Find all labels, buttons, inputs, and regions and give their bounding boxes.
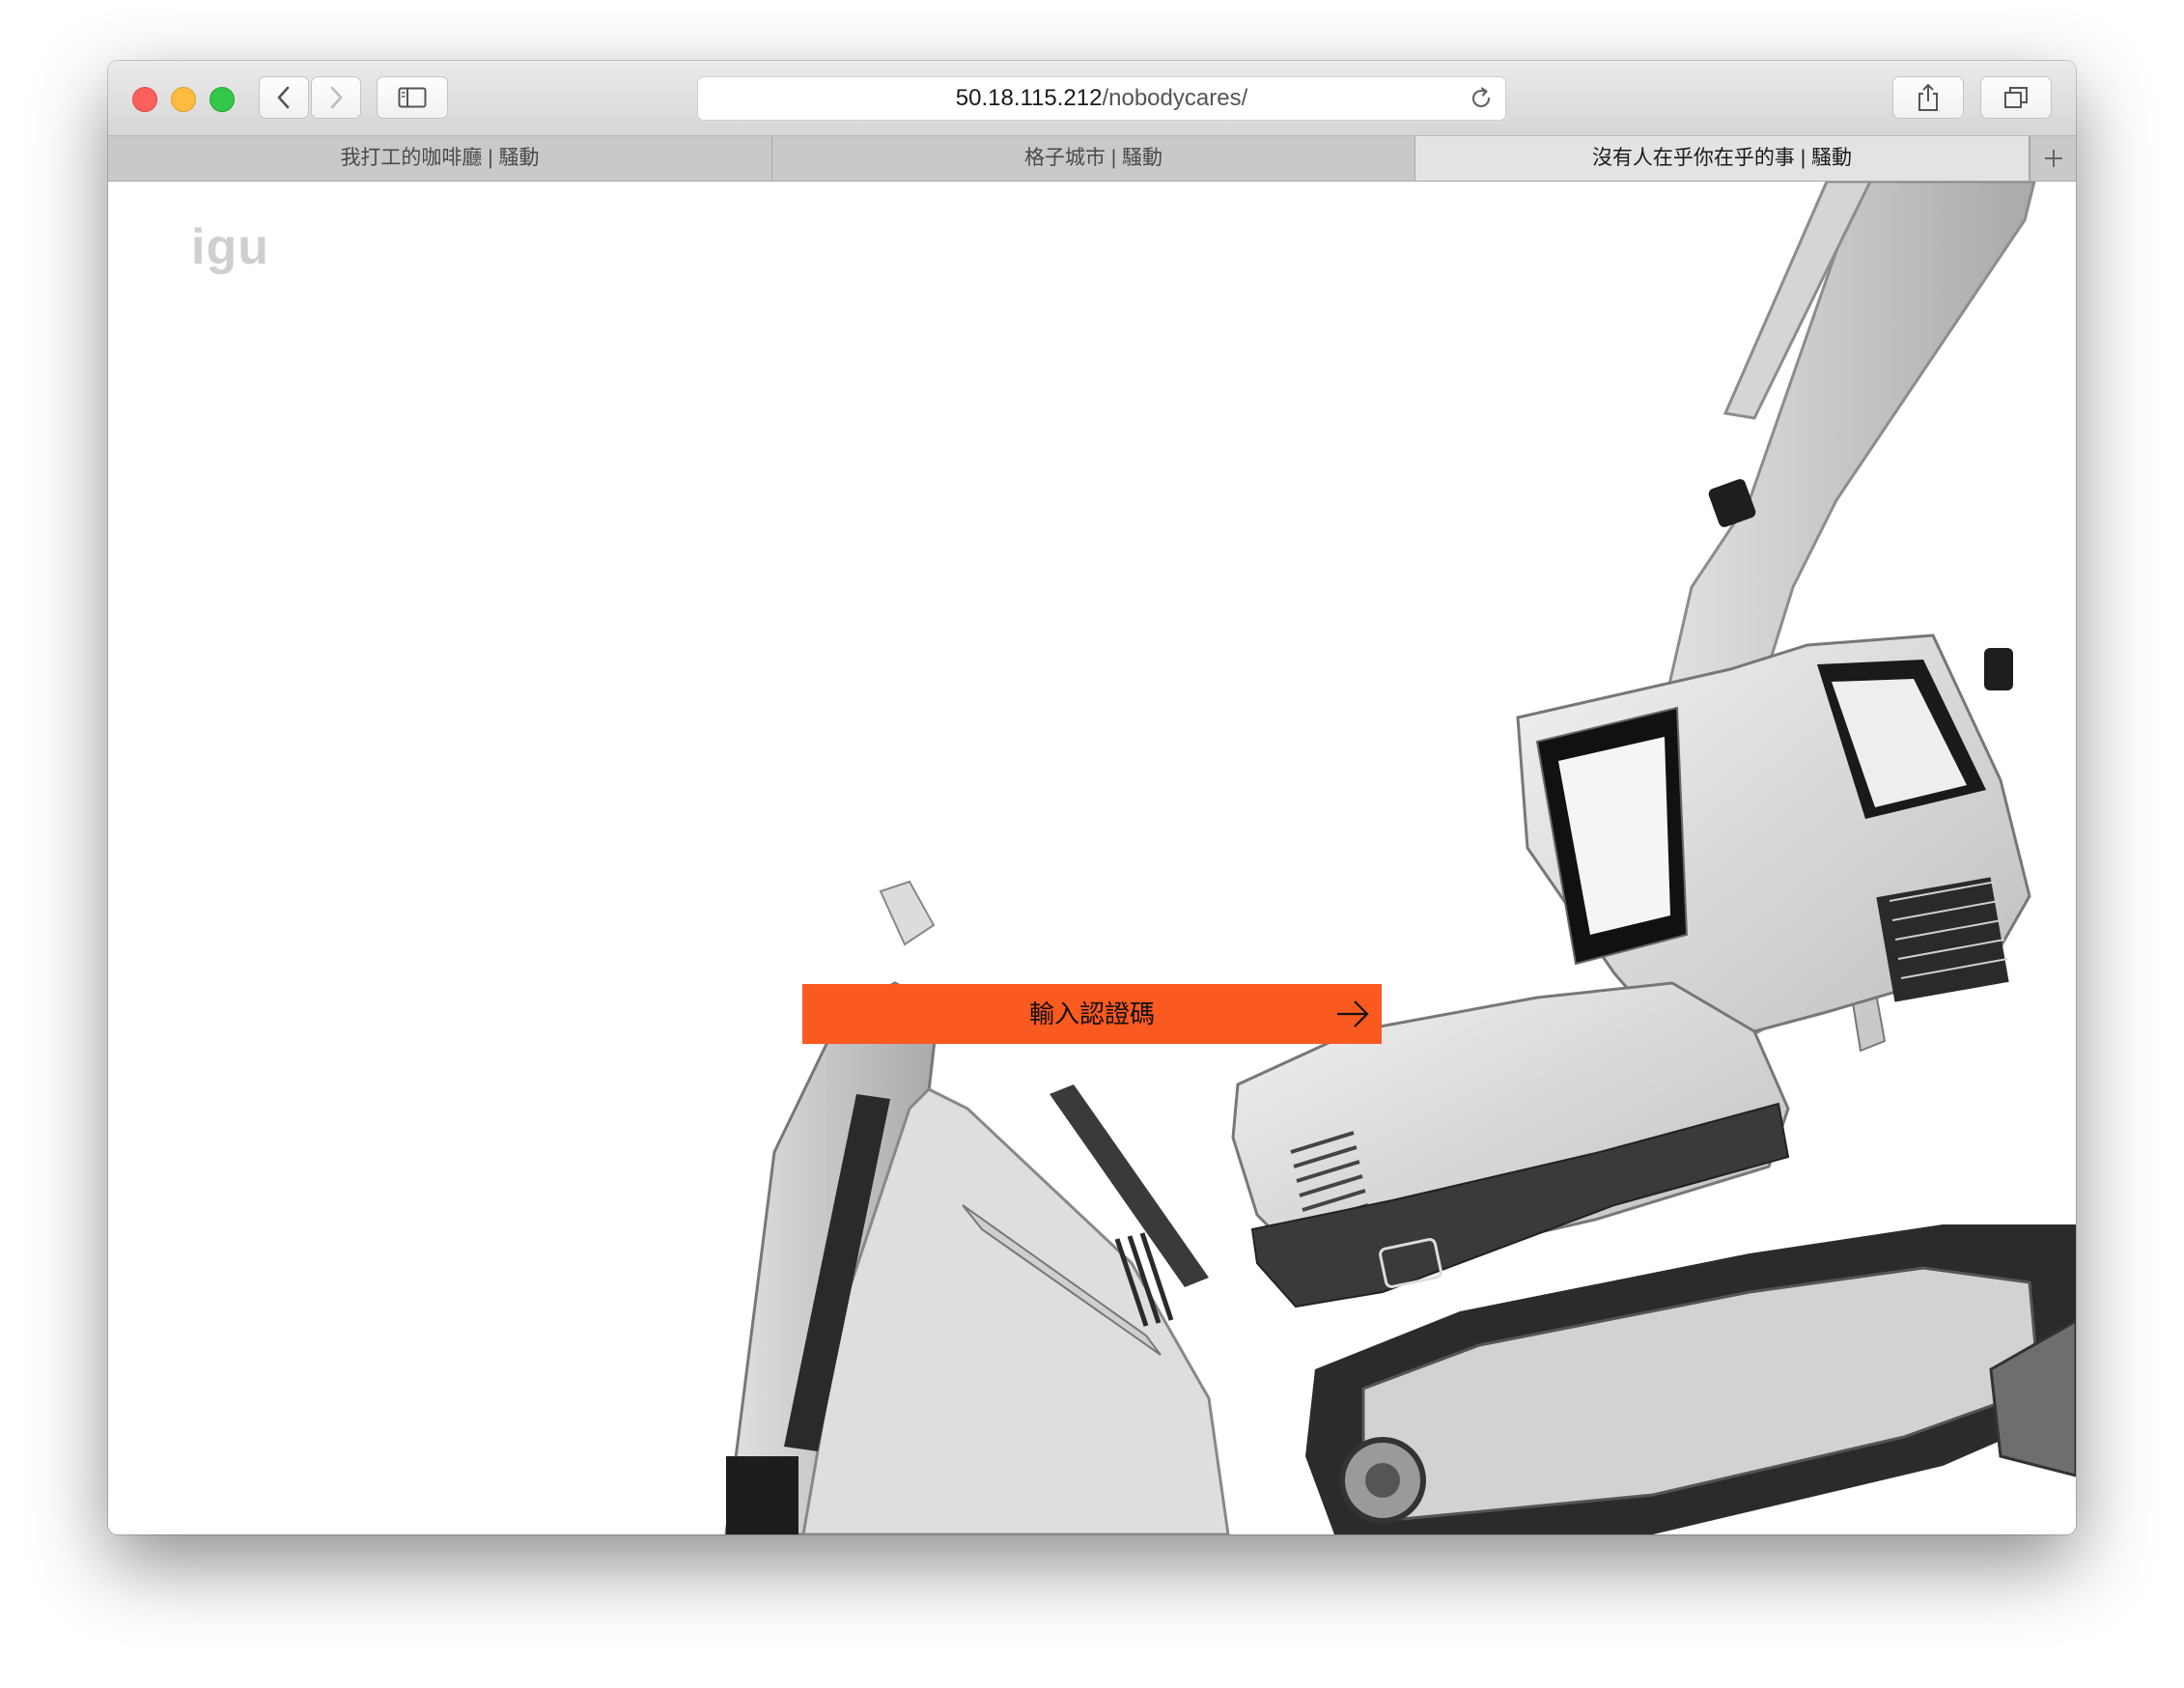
tab-grid-city[interactable]: 格子城市 | 騷動 bbox=[772, 136, 1415, 181]
tab-bar: 我打工的咖啡廳 | 騷動 格子城市 | 騷動 沒有人在乎你在乎的事 | 騷動 bbox=[108, 136, 2076, 182]
sidebar-icon bbox=[398, 87, 427, 108]
tab-label: 沒有人在乎你在乎的事 | 騷動 bbox=[1591, 147, 1853, 169]
address-path: /nobodycares/ bbox=[1102, 85, 1248, 111]
share-button[interactable] bbox=[1892, 76, 1964, 119]
enter-code-label: 輸入認證碼 bbox=[1028, 999, 1155, 1028]
minimize-window-button[interactable] bbox=[171, 87, 196, 112]
chevron-left-icon bbox=[277, 86, 290, 109]
arrow-right-icon bbox=[1337, 1000, 1369, 1027]
tab-nobody-cares[interactable]: 沒有人在乎你在乎的事 | 騷動 bbox=[1415, 136, 2030, 181]
zoom-window-button[interactable] bbox=[210, 87, 235, 112]
enter-code-button[interactable]: 輸入認證碼 bbox=[802, 984, 1382, 1044]
back-button[interactable] bbox=[259, 76, 309, 119]
chevron-right-icon bbox=[330, 86, 343, 109]
close-window-button[interactable] bbox=[132, 87, 157, 112]
address-url: 50.18.115.212/nobodycares/ bbox=[698, 77, 1505, 120]
new-tab-button[interactable] bbox=[2030, 136, 2076, 181]
address-host: 50.18.115.212 bbox=[955, 85, 1103, 111]
browser-window: 50.18.115.212/nobodycares/ 我打工的咖啡廳 | 騷動 … bbox=[108, 61, 2076, 1534]
browser-toolbar: 50.18.115.212/nobodycares/ bbox=[108, 61, 2076, 136]
tab-coffee[interactable]: 我打工的咖啡廳 | 騷動 bbox=[108, 136, 772, 181]
excavator-image bbox=[724, 182, 2076, 1534]
tab-label: 格子城市 | 騷動 bbox=[1023, 147, 1163, 169]
tab-label: 我打工的咖啡廳 | 騷動 bbox=[340, 147, 540, 169]
forward-button[interactable] bbox=[311, 76, 361, 119]
tabs-overview-icon bbox=[2004, 87, 2028, 108]
address-bar[interactable]: 50.18.115.212/nobodycares/ bbox=[697, 76, 1506, 121]
tabs-overview-button[interactable] bbox=[1980, 76, 2052, 119]
share-icon bbox=[1918, 84, 1938, 111]
sidebar-button[interactable] bbox=[377, 76, 448, 119]
page-content: igu 輸入認證碼 bbox=[108, 182, 2076, 1534]
reload-icon[interactable] bbox=[1469, 86, 1494, 111]
plus-icon bbox=[2044, 150, 2062, 167]
